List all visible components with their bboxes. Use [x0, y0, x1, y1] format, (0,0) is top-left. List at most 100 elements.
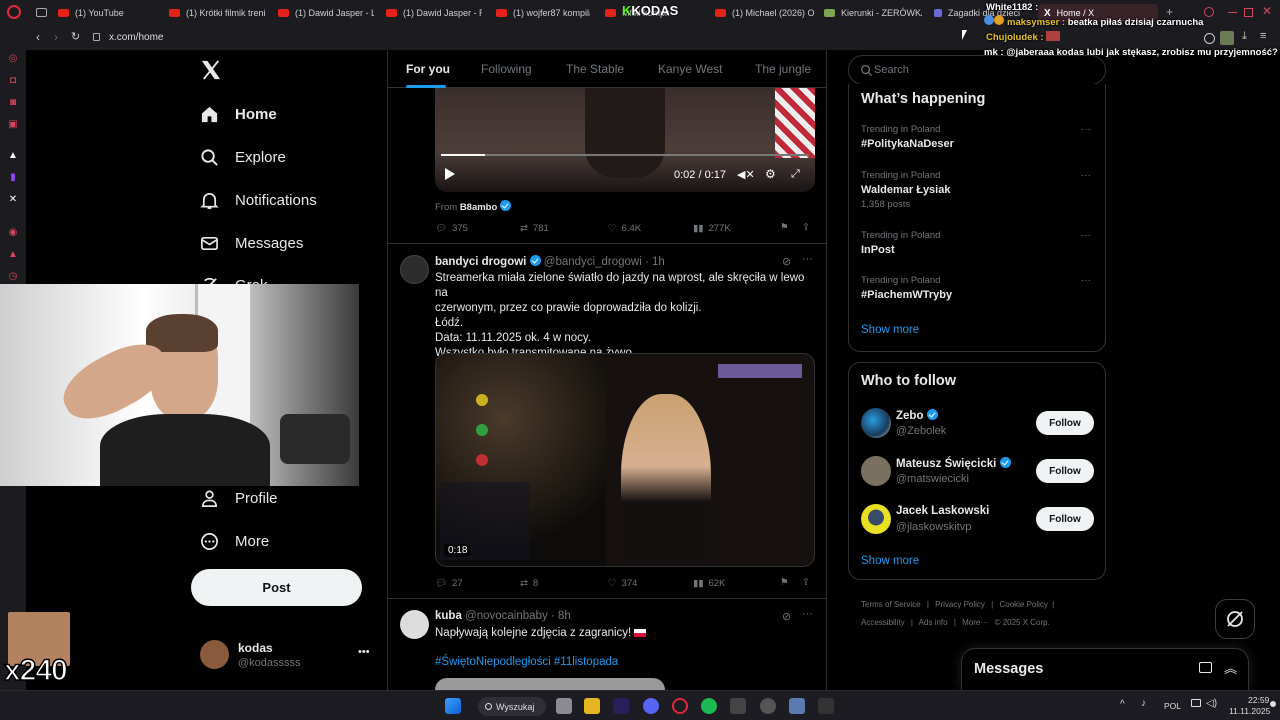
clock-time[interactable]: 22:59 — [1248, 695, 1269, 705]
browser-tab[interactable]: (1) Krótki filmik treni — [169, 4, 265, 22]
account-switcher[interactable]: kodas @kodasssss ••• — [200, 640, 376, 672]
trend-item[interactable]: Trending in Poland #PiachemWTryby ··· — [861, 275, 1093, 301]
tweet-video[interactable]: 0:18 — [435, 353, 815, 567]
tweet-kuba[interactable]: kuba @novocainbaby · 8h ⊘ ··· Napływają … — [388, 600, 826, 690]
more-icon[interactable]: ··· — [1081, 275, 1091, 286]
tweet-time[interactable]: · 8h — [551, 610, 571, 622]
author-name[interactable]: kuba — [435, 610, 462, 622]
trend-item[interactable]: Trending in Poland Waldemar Łysiak 1,358… — [861, 170, 1093, 210]
post-button[interactable]: Post — [191, 569, 362, 606]
messenger-icon[interactable]: ◙ — [7, 97, 19, 109]
forward-icon[interactable]: › — [54, 30, 58, 44]
premiere-icon[interactable] — [613, 698, 629, 714]
tab-kanye-west[interactable]: Kanye West — [658, 62, 722, 76]
reply-button[interactable]: 💬︎ 375 — [435, 223, 468, 234]
browser-tab[interactable]: (1) Michael (2026) O — [715, 4, 815, 22]
bell-icon[interactable]: ▲ — [7, 249, 19, 261]
language-indicator[interactable]: POL — [1164, 701, 1181, 711]
gear-icon[interactable]: ⚙ — [765, 167, 776, 181]
mute-icon[interactable]: ◀✕ — [737, 168, 755, 181]
browser-tab[interactable]: (1) wojfer87 kompila — [496, 4, 590, 22]
repost-button[interactable]: ⇄ 781 — [520, 223, 549, 234]
repost-button[interactable]: ⇄ 8 — [520, 578, 538, 589]
suggestion-name[interactable]: Jacek Laskowski — [896, 505, 989, 517]
suggestion-handle[interactable]: @matswiecicki — [896, 473, 969, 485]
like-button[interactable]: ♡ 6.4K — [608, 223, 641, 234]
reply-button[interactable]: 💬︎ 27 — [435, 578, 463, 589]
share-icon[interactable]: ⇪ — [802, 222, 810, 233]
author-handle[interactable]: @bandyci_drogowi — [544, 256, 642, 268]
author-name[interactable]: bandyci drogowi — [435, 256, 526, 268]
file-explorer-icon[interactable] — [584, 698, 600, 714]
share-icon[interactable]: ⇪ — [802, 577, 810, 588]
opera-icon[interactable] — [672, 698, 688, 714]
avatar[interactable] — [400, 255, 429, 284]
instagram-icon[interactable]: ▣ — [7, 119, 19, 131]
avatar[interactable] — [400, 610, 429, 639]
views-button[interactable]: ▮▮ 62K — [693, 578, 725, 589]
nav-messages[interactable]: Messages — [200, 234, 303, 253]
tweet-bandyci[interactable]: bandyci drogowi @bandyci_drogowi · 1h ⊘ … — [388, 245, 826, 599]
like-button[interactable]: ♡ 374 — [608, 578, 637, 589]
spotify-icon[interactable] — [701, 698, 717, 714]
tweet-image[interactable] — [435, 678, 665, 690]
suggestion-handle[interactable]: @Zebolek — [896, 425, 946, 437]
fullscreen-icon[interactable]: ⤢ — [791, 168, 800, 181]
epic-games-icon[interactable] — [818, 698, 834, 714]
reload-icon[interactable]: ↻ — [71, 30, 80, 43]
grok-float-button[interactable] — [1215, 599, 1255, 639]
suggestion-name[interactable]: Mateusz Święcicki — [896, 457, 1011, 470]
network-icon[interactable] — [1191, 699, 1201, 707]
views-button[interactable]: ▮▮ 277K — [693, 223, 731, 234]
taskbar-search[interactable]: Wyszukaj — [478, 697, 546, 716]
discord-icon[interactable] — [643, 698, 659, 714]
windows-start-icon[interactable] — [445, 698, 461, 714]
tweet-hashtags[interactable]: #ŚwiętoNiepodległości #11listopada — [435, 655, 618, 670]
more-icon[interactable]: ··· — [1081, 230, 1091, 241]
clock-date[interactable]: 11.11.2025 — [1229, 706, 1270, 716]
show-more-link[interactable]: Show more — [861, 324, 919, 336]
bag-icon[interactable]: ◘ — [7, 75, 19, 87]
nav-profile[interactable]: Profile — [200, 489, 278, 508]
play-icon[interactable] — [445, 168, 455, 180]
clock-icon[interactable]: ◷ — [7, 271, 19, 283]
nav-home[interactable]: Home — [200, 105, 277, 124]
nav-notifications[interactable]: Notifications — [200, 191, 317, 210]
video-player[interactable]: 0:02 / 0:17 ◀✕ ⚙ ⤢ — [435, 88, 815, 192]
more-icon[interactable]: ··· — [802, 608, 813, 620]
bookmark-icon[interactable]: ⚑ — [780, 577, 789, 588]
bookmark-icon[interactable]: ⚑ — [780, 222, 789, 233]
more-icon[interactable]: ··· — [1081, 170, 1091, 181]
url-field[interactable]: x.com/home — [109, 32, 163, 43]
obs-icon[interactable] — [760, 698, 776, 714]
notification-icon[interactable] — [1270, 701, 1276, 707]
back-icon[interactable]: ‹ — [36, 30, 40, 44]
more-icon[interactable]: ··· — [1081, 124, 1091, 135]
video-progress-track[interactable] — [441, 154, 809, 156]
settings-icon[interactable]: ◉ — [7, 227, 19, 239]
twitch-icon[interactable]: ▮ — [7, 172, 19, 184]
avatar[interactable] — [861, 504, 891, 534]
suggestion-handle[interactable]: @jlaskowskitvp — [896, 521, 971, 533]
browser-tab[interactable]: Kierunki - ZERÓWKA — [824, 4, 922, 22]
trend-item[interactable]: Trending in Poland InPost ··· — [861, 230, 1093, 256]
suggestion-name[interactable]: Zebo — [896, 409, 938, 422]
browser-tab[interactable]: (1) Dawid Jasper - L — [278, 4, 374, 22]
tweet-time[interactable]: · 1h — [645, 256, 665, 268]
app-icon[interactable] — [730, 698, 746, 714]
chevron-up-icon[interactable]: ^ — [1120, 699, 1125, 710]
browser-tab[interactable]: (1) YouTube — [58, 4, 162, 22]
x-icon[interactable]: ✕ — [7, 194, 19, 206]
grok-icon[interactable]: ⊘ — [782, 610, 791, 623]
new-message-icon[interactable] — [1199, 662, 1212, 673]
kick-icon[interactable]: ▲ — [7, 150, 19, 162]
nav-explore[interactable]: Explore — [200, 148, 286, 167]
tab-following[interactable]: Following — [481, 62, 532, 76]
messages-drawer[interactable]: Messages ︽ — [961, 648, 1249, 690]
nav-more[interactable]: More — [200, 532, 269, 551]
grok-icon[interactable]: ⊘ — [782, 255, 791, 268]
follow-button[interactable]: Follow — [1036, 459, 1094, 483]
chevron-up-icon[interactable]: ︽ — [1224, 658, 1237, 677]
avatar[interactable] — [861, 408, 891, 438]
show-more-link[interactable]: Show more — [861, 555, 919, 567]
